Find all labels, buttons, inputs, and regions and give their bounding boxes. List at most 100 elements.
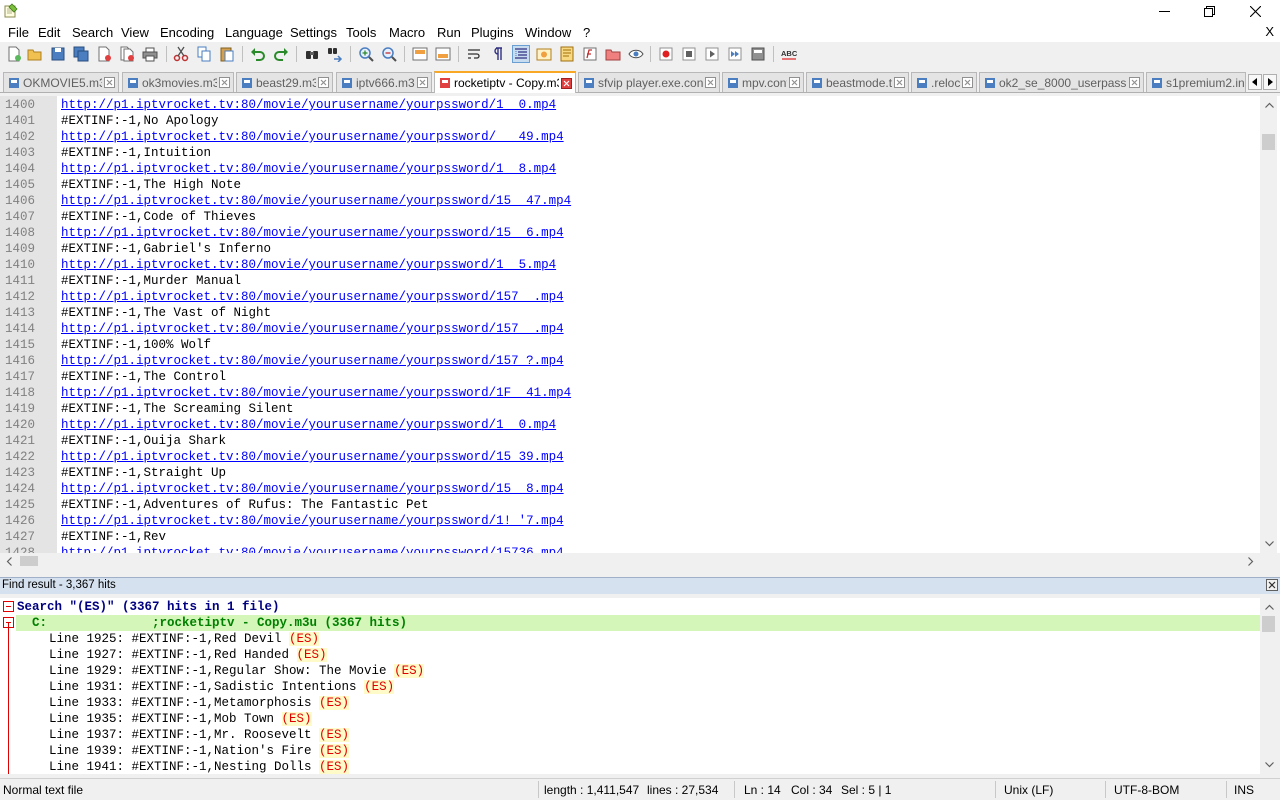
encoding-label[interactable]: UTF-8-BOM (1114, 783, 1179, 797)
open-file-button[interactable] (26, 45, 44, 63)
file-result-row[interactable]: C: ;rocketiptv - Copy.m3u (3367 hits) (16, 615, 1260, 631)
search-summary-row[interactable]: Search "(ES)" (3367 hits in 1 file) (17, 599, 280, 615)
play-macro-button[interactable] (703, 45, 721, 63)
folder-as-workspace-button[interactable] (604, 45, 622, 63)
indent-guide-button[interactable] (512, 45, 530, 63)
code-line-url[interactable]: http://p1.iptvrocket.tv:80/movie/youruse… (61, 193, 571, 209)
tab-ok2-userpass[interactable]: ok2_se_8000_userpass.itd (979, 72, 1144, 92)
menu-help[interactable]: ? (583, 25, 590, 40)
menu-search[interactable]: Search (72, 25, 113, 40)
undo-button[interactable] (249, 45, 267, 63)
tab-ok3movies[interactable]: ok3movies.m3u (122, 72, 234, 92)
run-macro-multiple-button[interactable] (726, 45, 744, 63)
user-defined-language-button[interactable] (535, 45, 553, 63)
tab-beastmode[interactable]: beastmode.txt (806, 72, 909, 92)
code-line-url[interactable]: http://p1.iptvrocket.tv:80/movie/youruse… (61, 257, 556, 273)
hit-row[interactable]: Line 1939: #EXTINF:-1,Nation's Fire (ES) (17, 743, 350, 759)
scroll-left-arrow[interactable] (2, 554, 16, 568)
zoom-out-button[interactable] (380, 45, 398, 63)
hit-row[interactable]: Line 1927: #EXTINF:-1,Red Handed (ES) (17, 647, 327, 663)
code-line-url[interactable]: http://p1.iptvrocket.tv:80/movie/youruse… (61, 385, 571, 401)
redo-button[interactable] (272, 45, 290, 63)
code-line-url[interactable]: http://p1.iptvrocket.tv:80/movie/youruse… (61, 545, 564, 553)
hit-row[interactable]: Line 1929: #EXTINF:-1,Regular Show: The … (17, 663, 425, 679)
editor-vertical-scrollbar[interactable] (1260, 96, 1277, 553)
hit-row[interactable]: Line 1937: #EXTINF:-1,Mr. Roosevelt (ES) (17, 727, 350, 743)
scroll-down-arrow[interactable] (1262, 537, 1276, 551)
close-tab-icon[interactable] (1129, 77, 1140, 88)
menu-encoding[interactable]: Encoding (160, 25, 214, 40)
code-line-url[interactable]: http://p1.iptvrocket.tv:80/movie/youruse… (61, 129, 564, 145)
save-macro-button[interactable] (749, 45, 767, 63)
document-map-button[interactable] (558, 45, 576, 63)
tab-rocketiptv-copy[interactable]: rocketiptv - Copy.m3u (434, 71, 576, 93)
tab-iptv666[interactable]: iptv666.m3u (336, 72, 432, 92)
close-window-button[interactable] (1232, 0, 1278, 22)
close-tab-icon[interactable] (894, 77, 905, 88)
replace-button[interactable] (326, 45, 344, 63)
hit-row[interactable]: Line 1941: #EXTINF:-1,Nesting Dolls (ES) (17, 759, 350, 774)
code-line-url[interactable]: http://p1.iptvrocket.tv:80/movie/youruse… (61, 321, 564, 337)
save-button[interactable] (49, 45, 67, 63)
minimize-button[interactable] (1141, 0, 1187, 22)
sync-vertical-button[interactable] (411, 45, 429, 63)
menu-plugins[interactable]: Plugins (471, 25, 514, 40)
monitoring-button[interactable] (627, 45, 645, 63)
menu-edit[interactable]: Edit (38, 25, 60, 40)
insert-mode-label[interactable]: INS (1234, 783, 1254, 797)
zoom-in-button[interactable] (357, 45, 375, 63)
close-tab-icon[interactable] (789, 77, 800, 88)
cut-button[interactable] (172, 45, 190, 63)
menu-file[interactable]: File (8, 25, 29, 40)
tab-scroll-left-button[interactable] (1248, 74, 1262, 90)
code-line-url[interactable]: http://p1.iptvrocket.tv:80/movie/youruse… (61, 513, 564, 529)
print-button[interactable] (141, 45, 159, 63)
menu-window[interactable]: Window (525, 25, 571, 40)
scroll-right-arrow[interactable] (1244, 554, 1258, 568)
close-all-button[interactable] (118, 45, 136, 63)
scroll-up-arrow[interactable] (1262, 98, 1276, 112)
tab-scroll-right-button[interactable] (1263, 74, 1277, 90)
code-line-url[interactable]: http://p1.iptvrocket.tv:80/movie/youruse… (61, 353, 564, 369)
code-line-url[interactable]: http://p1.iptvrocket.tv:80/movie/youruse… (61, 97, 556, 113)
show-all-characters-button[interactable] (488, 45, 506, 63)
close-tab-icon[interactable] (561, 77, 572, 89)
code-line-url[interactable]: http://p1.iptvrocket.tv:80/movie/youruse… (61, 225, 564, 241)
menu-run[interactable]: Run (437, 25, 461, 40)
scroll-down-arrow[interactable] (1262, 758, 1276, 772)
find-results-panel[interactable]: Search "(ES)" (3367 hits in 1 file) C: ;… (0, 598, 1260, 774)
tab-okmovie5[interactable]: OKMOVIE5.m3u (3, 72, 119, 92)
function-list-button[interactable] (581, 45, 599, 63)
hit-row[interactable]: Line 1931: #EXTINF:-1,Sadistic Intention… (17, 679, 395, 695)
code-line-url[interactable]: http://p1.iptvrocket.tv:80/movie/youruse… (61, 481, 564, 497)
record-macro-button[interactable] (657, 45, 675, 63)
find-results-scrollbar[interactable] (1260, 598, 1277, 774)
close-tab-icon[interactable] (962, 77, 973, 88)
hit-row[interactable]: Line 1933: #EXTINF:-1,Metamorphosis (ES) (17, 695, 350, 711)
text-editor[interactable]: 1400 1401 1402 1403 1404 1405 1406 1407 1408 1409… (0, 96, 1280, 553)
scroll-thumb[interactable] (1262, 134, 1275, 150)
save-all-button[interactable] (72, 45, 90, 63)
close-tab-icon[interactable] (219, 77, 230, 88)
hit-row[interactable]: Line 1925: #EXTINF:-1,Red Devil (ES) (17, 631, 320, 647)
close-button[interactable] (95, 45, 113, 63)
close-tab-icon[interactable] (104, 77, 115, 88)
scroll-up-arrow[interactable] (1262, 600, 1276, 614)
code-line-url[interactable]: http://p1.iptvrocket.tv:80/movie/youruse… (61, 289, 564, 305)
menu-settings[interactable]: Settings (290, 25, 337, 40)
menu-macro[interactable]: Macro (389, 25, 425, 40)
close-tab-icon[interactable] (417, 77, 428, 88)
find-button[interactable] (303, 45, 321, 63)
copy-button[interactable] (195, 45, 213, 63)
tab-s1premium2[interactable]: s1premium2.ini (1146, 72, 1246, 92)
close-tab-icon[interactable] (705, 77, 716, 88)
menu-tools[interactable]: Tools (346, 25, 376, 40)
code-line-url[interactable]: http://p1.iptvrocket.tv:80/movie/youruse… (61, 161, 556, 177)
close-tab-icon[interactable] (318, 77, 329, 88)
menu-view[interactable]: View (121, 25, 149, 40)
tab-reloc[interactable]: .reloc (911, 72, 977, 92)
code-line-url[interactable]: http://p1.iptvrocket.tv:80/movie/youruse… (61, 417, 556, 433)
sync-horizontal-button[interactable] (434, 45, 452, 63)
word-wrap-button[interactable] (465, 45, 483, 63)
fold-toggle[interactable] (3, 601, 14, 612)
